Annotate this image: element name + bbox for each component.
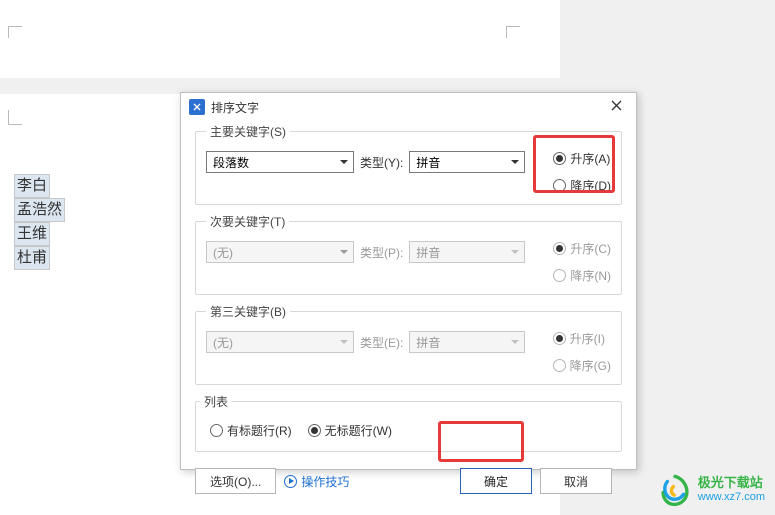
- secondary-sortby-dropdown[interactable]: (无): [206, 241, 354, 263]
- radio-icon: [553, 269, 566, 282]
- watermark-logo-icon: [658, 473, 692, 507]
- radio-label: 降序(D): [570, 177, 611, 194]
- tips-link[interactable]: 操作技巧: [284, 473, 349, 490]
- radio-label: 升序(A): [570, 150, 610, 167]
- list-item: 杜甫: [14, 246, 50, 270]
- radio-label: 降序(N): [570, 267, 611, 284]
- radio-icon: [553, 359, 566, 372]
- radio-label: 降序(G): [570, 357, 611, 374]
- radio-icon: [210, 424, 223, 437]
- secondary-asc-radio: 升序(C): [553, 240, 611, 257]
- dropdown-value: 段落数: [213, 154, 339, 171]
- radio-icon: [553, 152, 566, 165]
- radio-label: 升序(I): [570, 330, 605, 347]
- close-icon: [611, 100, 622, 111]
- third-key-group: 第三关键字(B) (无) 类型(E): 拼音: [195, 303, 622, 385]
- type-label: 类型(E):: [360, 334, 403, 351]
- options-button[interactable]: 选项(O)...: [195, 468, 276, 494]
- app-logo-icon: [189, 99, 205, 115]
- chevron-down-icon: [510, 245, 520, 259]
- third-sortby-dropdown: (无): [206, 331, 354, 353]
- radio-icon: [553, 242, 566, 255]
- watermark-text-cn: 极光下载站: [698, 476, 765, 490]
- primary-sortby-dropdown[interactable]: 段落数: [206, 151, 354, 173]
- chevron-down-icon: [510, 155, 520, 169]
- primary-key-group: 主要关键字(S) 段落数 类型(Y): 拼音: [195, 123, 622, 205]
- margin-corner: [8, 26, 22, 38]
- radio-icon: [553, 179, 566, 192]
- group-legend: 列表: [200, 393, 232, 410]
- list-item: 王维: [14, 222, 50, 246]
- dropdown-value: 拼音: [416, 244, 510, 261]
- type-label: 类型(P):: [360, 244, 403, 261]
- dropdown-value: 拼音: [416, 154, 510, 171]
- watermark: 极光下载站 www.xz7.com: [658, 473, 765, 507]
- document-page-top: [0, 0, 560, 78]
- button-label: 确定: [484, 473, 508, 490]
- cancel-button[interactable]: 取消: [540, 468, 612, 494]
- ok-button[interactable]: 确定: [460, 468, 532, 494]
- type-label: 类型(Y):: [360, 154, 403, 171]
- secondary-desc-radio: 降序(N): [553, 267, 611, 284]
- list-item: 李白: [14, 174, 50, 198]
- secondary-key-group: 次要关键字(T) (无) 类型(P): 拼音: [195, 213, 622, 295]
- radio-icon: [553, 332, 566, 345]
- chevron-down-icon: [510, 335, 520, 349]
- has-header-radio[interactable]: 有标题行(R): [210, 422, 292, 439]
- third-asc-radio: 升序(I): [553, 330, 611, 347]
- primary-asc-radio[interactable]: 升序(A): [553, 150, 611, 167]
- chevron-down-icon: [339, 335, 349, 349]
- group-legend: 主要关键字(S): [206, 123, 290, 140]
- button-label: 选项(O)...: [210, 473, 261, 490]
- dialog-titlebar[interactable]: 排序文字: [181, 93, 636, 121]
- sort-text-dialog: 排序文字 主要关键字(S) 段落数 类型(Y): 拼音: [180, 92, 637, 470]
- button-label: 取消: [564, 473, 588, 490]
- selected-text-block[interactable]: 李白 孟浩然 王维 杜甫: [14, 174, 65, 270]
- list-item: 孟浩然: [14, 198, 65, 222]
- chevron-down-icon: [339, 155, 349, 169]
- margin-corner: [506, 26, 520, 38]
- dropdown-value: (无): [213, 334, 339, 351]
- watermark-text-en: www.xz7.com: [698, 490, 765, 504]
- dialog-title: 排序文字: [211, 99, 604, 116]
- radio-label: 无标题行(W): [325, 422, 392, 439]
- dropdown-value: 拼音: [416, 334, 510, 351]
- link-label: 操作技巧: [301, 473, 349, 490]
- radio-label: 有标题行(R): [227, 422, 292, 439]
- margin-corner: [8, 110, 22, 125]
- primary-type-dropdown[interactable]: 拼音: [409, 151, 525, 173]
- chevron-down-icon: [339, 245, 349, 259]
- secondary-type-dropdown: 拼音: [409, 241, 525, 263]
- no-header-radio[interactable]: 无标题行(W): [308, 422, 392, 439]
- group-legend: 次要关键字(T): [206, 213, 289, 230]
- group-legend: 第三关键字(B): [206, 303, 290, 320]
- list-group: 列表 有标题行(R) 无标题行(W): [195, 393, 622, 452]
- close-button[interactable]: [604, 100, 628, 114]
- primary-desc-radio[interactable]: 降序(D): [553, 177, 611, 194]
- third-type-dropdown: 拼音: [409, 331, 525, 353]
- dropdown-value: (无): [213, 244, 339, 261]
- radio-icon: [308, 424, 321, 437]
- radio-label: 升序(C): [570, 240, 611, 257]
- third-desc-radio: 降序(G): [553, 357, 611, 374]
- play-icon: [284, 475, 297, 488]
